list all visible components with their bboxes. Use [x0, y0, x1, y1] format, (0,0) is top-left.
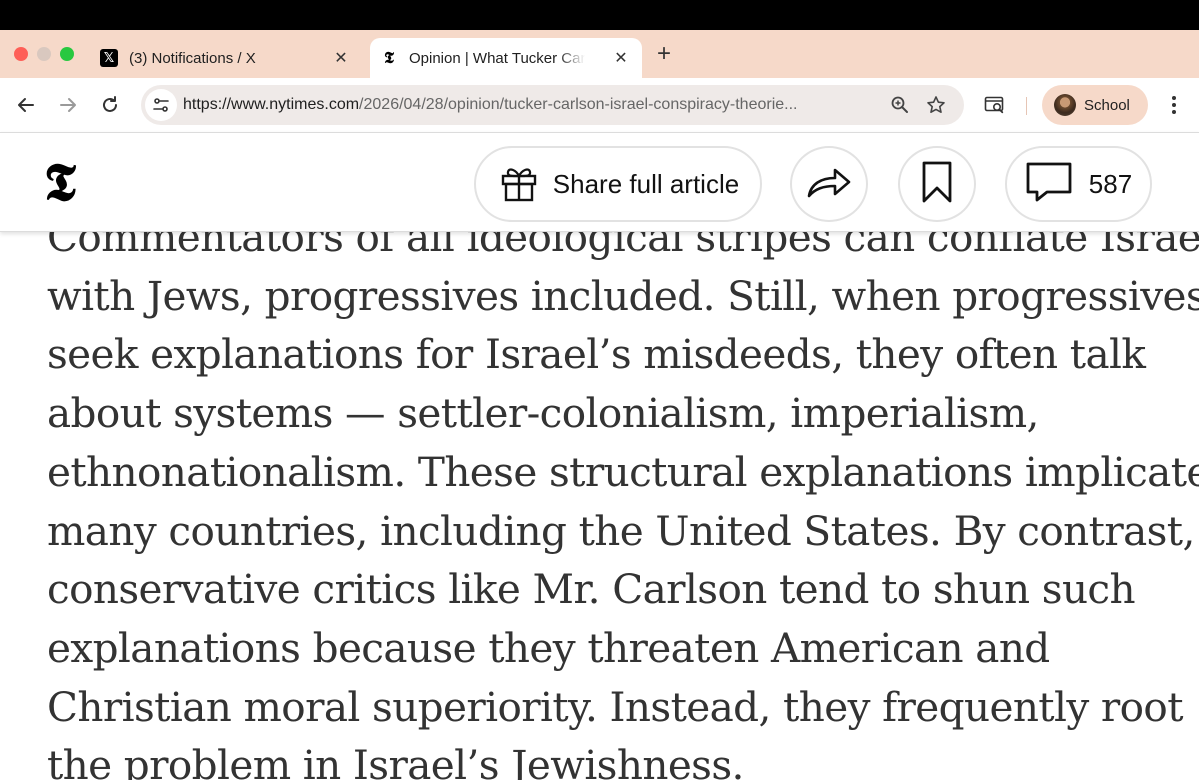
- close-window-button[interactable]: [14, 47, 28, 61]
- article-line: seek explanations for Israel’s misdeeds,…: [47, 330, 1146, 379]
- browser-menu-icon[interactable]: [1164, 92, 1184, 118]
- address-bar[interactable]: https://www.nytimes.com/2026/04/28/opini…: [141, 85, 964, 125]
- article-line: many countries, including the United Sta…: [47, 506, 1195, 555]
- nyt-logo[interactable]: 𝕿: [44, 153, 76, 213]
- save-article-button[interactable]: [898, 146, 976, 222]
- share-button[interactable]: [790, 146, 868, 222]
- url-host: https://www.nytimes.com: [183, 96, 360, 113]
- tab-notifications[interactable]: 𝕏 (3) Notifications / X ✕: [90, 38, 362, 78]
- tab-title: Opinion | What Tucker Carlson Gets Wrong: [409, 49, 585, 67]
- close-tab-icon[interactable]: ✕: [612, 49, 630, 67]
- tab-title: (3) Notifications / X: [129, 49, 256, 67]
- browser-toolbar: https://www.nytimes.com/2026/04/28/opini…: [0, 78, 1199, 132]
- profile-label: School: [1084, 96, 1130, 114]
- close-tab-icon[interactable]: ✕: [332, 49, 350, 67]
- bookmark-star-icon[interactable]: [924, 93, 948, 117]
- x-logo-icon: 𝕏: [100, 49, 118, 67]
- minimize-window-button[interactable]: [37, 47, 51, 61]
- tab-strip: 𝕏 (3) Notifications / X ✕ 𝕿 Opinion | Wh…: [0, 30, 1199, 78]
- share-full-article-button[interactable]: Share full article: [474, 146, 762, 222]
- new-tab-plus-icon[interactable]: +: [652, 42, 676, 67]
- site-header: 𝕿 Share full article 587: [0, 132, 1199, 232]
- article-line: ethnonationalism. These structural expla…: [47, 447, 1199, 496]
- comment-count: 587: [1088, 168, 1133, 199]
- share-arrow-icon: [805, 164, 853, 205]
- avatar: [1054, 94, 1076, 116]
- zoom-magnifier-icon[interactable]: [888, 93, 912, 117]
- site-info-icon[interactable]: [145, 89, 177, 121]
- article-line: the problem in Israel’s Jewishness.: [47, 741, 744, 780]
- article-body: Commentators of all ideological stripes …: [47, 208, 1199, 780]
- share-full-article-label: Share full article: [552, 168, 740, 199]
- tab-search-icon[interactable]: [982, 92, 1008, 118]
- article-line: Christian moral superiority. Instead, th…: [47, 682, 1183, 731]
- zoom-window-button[interactable]: [60, 47, 74, 61]
- article-line: with Jews, progressives included. Still,…: [47, 271, 1199, 320]
- reload-icon[interactable]: [97, 92, 123, 118]
- forward-arrow-icon[interactable]: [55, 92, 81, 118]
- article-line: about systems — settler-colonialism, imp…: [47, 389, 1039, 438]
- bookmark-icon: [921, 160, 953, 209]
- back-arrow-icon[interactable]: [13, 92, 39, 118]
- comment-bubble-icon: [1025, 161, 1073, 208]
- profile-button[interactable]: School: [1042, 85, 1148, 125]
- gift-icon: [497, 160, 541, 209]
- toolbar-divider: [1026, 97, 1027, 115]
- url-text[interactable]: https://www.nytimes.com/2026/04/28/opini…: [183, 96, 883, 114]
- comments-button[interactable]: 587: [1005, 146, 1152, 222]
- article-line: conservative critics like Mr. Carlson te…: [47, 565, 1136, 614]
- nyt-logo-icon: 𝕿: [384, 48, 394, 67]
- screen-top-bar: [0, 0, 1199, 30]
- url-path: /2026/04/28/opinion/tucker-carlson-israe…: [359, 96, 798, 113]
- tab-nyt-article[interactable]: 𝕿 Opinion | What Tucker Carlson Gets Wro…: [370, 38, 642, 78]
- article-line: explanations because they threaten Ameri…: [47, 623, 1050, 672]
